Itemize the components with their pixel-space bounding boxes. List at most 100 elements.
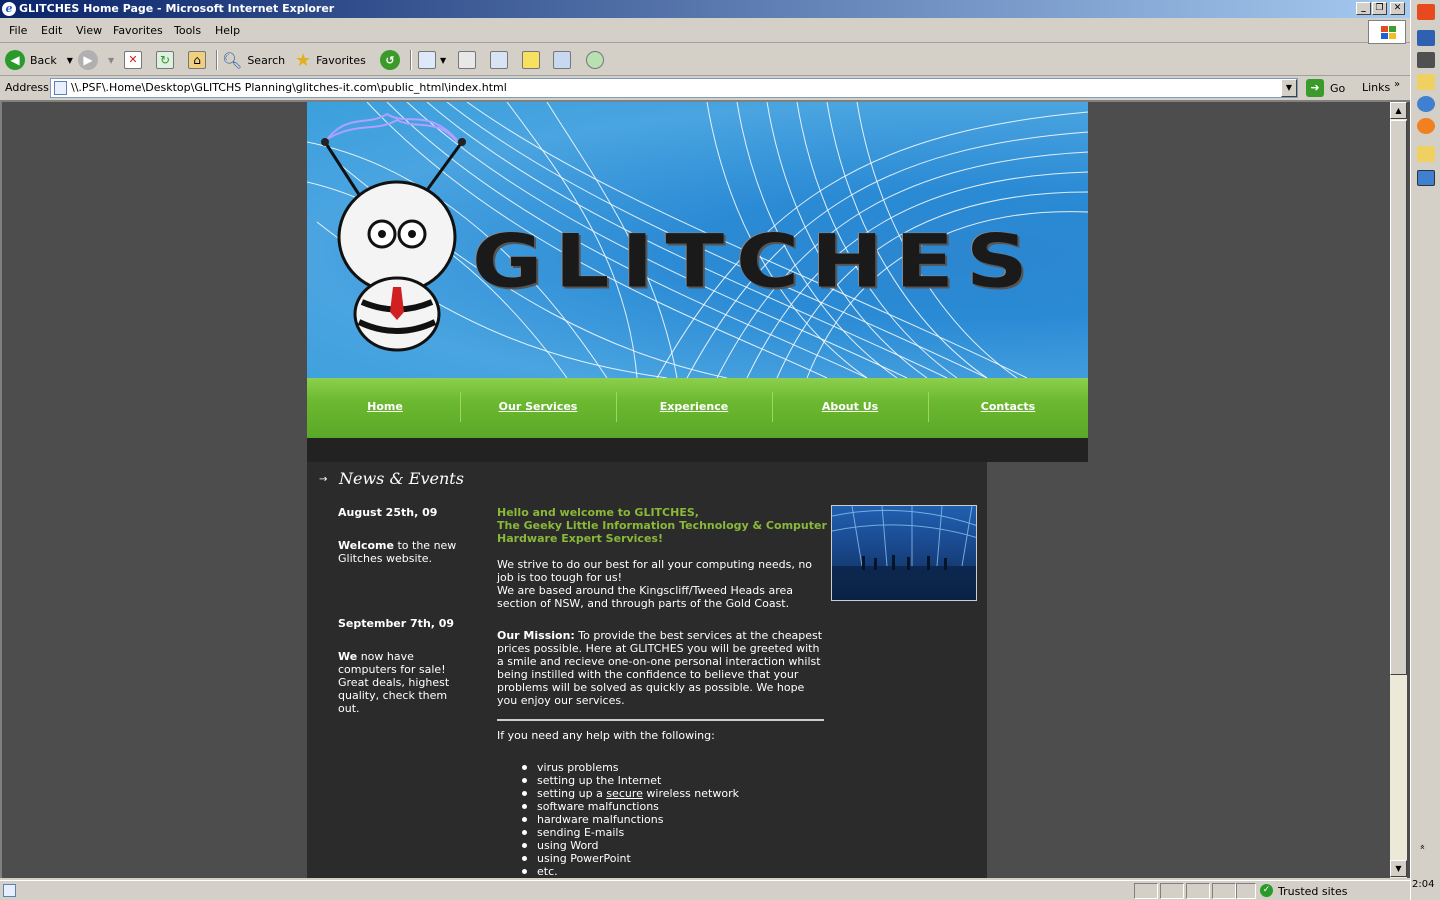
- forward-dropdown-icon[interactable]: ▼: [108, 56, 114, 65]
- scroll-thumb[interactable]: [1390, 120, 1407, 675]
- nav-home[interactable]: Home: [307, 400, 463, 413]
- back-button[interactable]: ◀ Back ▼: [5, 48, 73, 72]
- go-arrow-icon: ➜: [1306, 79, 1324, 97]
- close-button[interactable]: ✕: [1390, 2, 1405, 15]
- help-intro: If you need any help with the following:: [497, 729, 715, 742]
- address-bar: Address \\.PSF\.Home\Desktop\GLITCHS Pla…: [0, 77, 1410, 99]
- refresh-icon: ↻: [156, 51, 174, 69]
- tray-expand-icon[interactable]: »: [1418, 844, 1428, 850]
- edit-button[interactable]: [490, 48, 508, 72]
- toolbar: ◀ Back ▼ ▶ ▼ ✕ ↻ ⌂ 🔍︎ Search ★ Favorites…: [0, 44, 1410, 76]
- arrow-bullet-icon: →: [319, 474, 328, 485]
- home-button[interactable]: ⌂: [188, 48, 206, 72]
- quicklaunch-icon[interactable]: [1417, 30, 1435, 46]
- menu-file[interactable]: File: [9, 24, 27, 37]
- ie-icon[interactable]: [1417, 96, 1435, 112]
- print-button[interactable]: [458, 48, 476, 72]
- research-button[interactable]: [553, 48, 571, 72]
- help-list-item: software malfunctions: [517, 800, 739, 813]
- page-icon: [54, 81, 67, 95]
- help-list-item: setting up a secure wireless network: [517, 787, 739, 800]
- help-list-item: setting up the Internet: [517, 774, 739, 787]
- mission-text: Our Mission: To provide the best service…: [497, 629, 823, 707]
- menu-favorites[interactable]: Favorites: [113, 24, 163, 37]
- menu-bar: File Edit View Favorites Tools Help: [0, 19, 1410, 43]
- ie-icon: e: [2, 2, 16, 16]
- news-date: August 25th, 09: [338, 506, 438, 519]
- home-icon: ⌂: [188, 51, 206, 69]
- help-list-item: virus problems: [517, 761, 739, 774]
- airport-photo: [831, 505, 977, 601]
- ie-window-task-icon[interactable]: [1417, 170, 1435, 186]
- menu-edit[interactable]: Edit: [41, 24, 62, 37]
- site-nav: Home Our Services Experience About Us Co…: [307, 378, 1088, 438]
- media-player-icon[interactable]: [1417, 118, 1435, 134]
- mail-dropdown-icon[interactable]: ▼: [440, 56, 446, 65]
- star-icon: ★: [295, 49, 312, 71]
- help-list: virus problems setting up the Internet set…: [517, 761, 739, 878]
- discuss-button[interactable]: [522, 48, 540, 72]
- nav-our-services[interactable]: Our Services: [460, 400, 616, 413]
- address-url: \\.PSF\.Home\Desktop\GLITCHS Planning\gl…: [71, 81, 507, 94]
- nav-experience[interactable]: Experience: [616, 400, 772, 413]
- printer-icon: [458, 51, 476, 69]
- menu-view[interactable]: View: [76, 24, 102, 37]
- favorites-button[interactable]: ★ Favorites: [295, 48, 366, 72]
- status-cell: [1212, 883, 1236, 899]
- links-chevron-icon[interactable]: »: [1394, 79, 1400, 90]
- folder-icon[interactable]: [1417, 74, 1435, 90]
- messenger-button[interactable]: [586, 48, 604, 72]
- taskbar: [1410, 0, 1440, 900]
- intro-text: We strive to do our best for all your co…: [497, 558, 813, 610]
- photo-graphic: [832, 506, 976, 600]
- history-icon: ↺: [380, 50, 400, 70]
- main-content: → News & Events August 25th, 09 Welcome …: [307, 462, 987, 878]
- nav-contacts[interactable]: Contacts: [930, 400, 1086, 413]
- quicklaunch-icon[interactable]: [1417, 52, 1435, 68]
- explorer-folder-icon[interactable]: [1417, 146, 1435, 162]
- status-cell: [1236, 883, 1256, 899]
- address-label: Address: [5, 81, 49, 94]
- stop-button[interactable]: ✕: [124, 48, 142, 72]
- title-bar: e GLITCHES Home Page - Microsoft Interne…: [0, 0, 1410, 18]
- links-toolbar[interactable]: Links: [1362, 81, 1390, 94]
- help-list-item: etc.: [517, 865, 739, 878]
- back-dropdown-icon[interactable]: ▼: [67, 56, 73, 65]
- site-banner: GLITCHES: [307, 102, 1088, 378]
- help-list-item: using Word: [517, 839, 739, 852]
- trusted-check-icon: ✓: [1260, 884, 1273, 897]
- address-dropdown-icon[interactable]: ▼: [1281, 79, 1297, 97]
- news-heading: News & Events: [339, 469, 464, 488]
- search-button[interactable]: 🔍︎ Search: [222, 48, 285, 72]
- help-list-item: sending E-mails: [517, 826, 739, 839]
- news-item: Welcome to the new Glitches website.: [338, 539, 457, 565]
- page-viewport: GLITCHES Home Our Services Experience Ab…: [0, 100, 1410, 878]
- history-button[interactable]: ↺: [380, 48, 400, 72]
- address-input[interactable]: \\.PSF\.Home\Desktop\GLITCHS Planning\gl…: [50, 78, 1298, 98]
- forward-button[interactable]: ▶ ▼: [78, 48, 114, 72]
- mail-button[interactable]: ▼: [418, 48, 446, 72]
- minimize-button[interactable]: _: [1356, 2, 1371, 15]
- security-zone: Trusted sites: [1278, 885, 1348, 898]
- vertical-scrollbar[interactable]: ▲ ▼: [1390, 102, 1407, 878]
- nav-separator: [928, 392, 929, 422]
- restore-button[interactable]: ❐: [1372, 2, 1387, 15]
- scroll-up-icon[interactable]: ▲: [1390, 102, 1407, 119]
- windows-start-icon[interactable]: [1417, 4, 1435, 20]
- nav-shadow: [307, 438, 1088, 462]
- menu-help[interactable]: Help: [215, 24, 240, 37]
- note-icon: [522, 51, 540, 69]
- clock: 2:04: [1412, 879, 1435, 890]
- scroll-down-icon[interactable]: ▼: [1390, 860, 1407, 877]
- status-cell: [1160, 883, 1184, 899]
- divider: [497, 719, 824, 721]
- search-icon: 🔍︎: [222, 50, 243, 70]
- go-button[interactable]: ➜ Go: [1306, 79, 1345, 97]
- menu-tools[interactable]: Tools: [174, 24, 201, 37]
- window-title: GLITCHES Home Page - Microsoft Internet …: [19, 2, 335, 15]
- nav-about-us[interactable]: About Us: [772, 400, 928, 413]
- mail-icon: [418, 51, 436, 69]
- page-status-icon: [3, 884, 16, 897]
- refresh-button[interactable]: ↻: [156, 48, 174, 72]
- news-item: We now have computers for sale! Great de…: [338, 650, 450, 715]
